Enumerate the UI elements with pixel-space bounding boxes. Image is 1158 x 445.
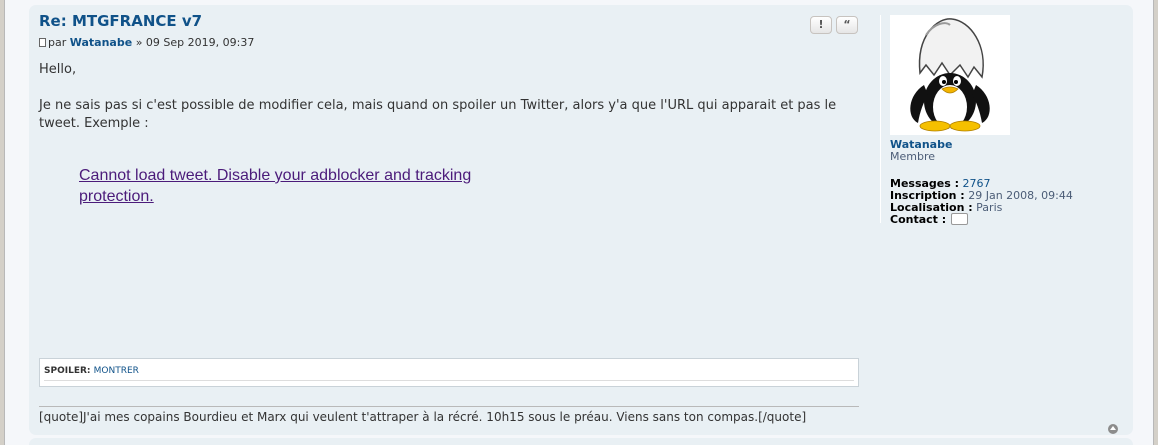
tweet-load-error-link[interactable]: Cannot load tweet. Disable your adblocke… [79, 165, 489, 207]
avatar[interactable] [890, 15, 1010, 135]
arrow-up-icon[interactable] [1108, 424, 1118, 434]
file-icon[interactable] [39, 38, 46, 47]
spoiler-divider [44, 380, 854, 381]
post-signature: [quote]J'ai mes copains Bourdieu et Marx… [39, 410, 807, 424]
post-title[interactable]: Re: MTGFRANCE v7 [39, 12, 202, 30]
contact-label: Contact : [890, 213, 947, 226]
spoiler-toggle[interactable]: MONTRER [94, 366, 139, 376]
next-post-edge [29, 438, 1133, 445]
localisation-value: Paris [976, 201, 1003, 214]
signature-divider [39, 406, 859, 407]
post-date: » 09 Sep 2019, 09:37 [135, 36, 255, 49]
post-author-link[interactable]: Watanabe [70, 36, 132, 49]
post-meta: par Watanabe » 09 Sep 2019, 09:37 [39, 36, 254, 49]
profile-contact: Contact : [890, 213, 968, 226]
spoiler-box: SPOILER: MONTRER [39, 358, 859, 387]
post-by: par [48, 36, 67, 49]
report-button[interactable]: ! [810, 16, 832, 34]
author-profile: Watanabe Membre Messages : 2767 Inscript… [880, 15, 1081, 226]
post-paragraph: Je ne sais pas si c'est possible de modi… [39, 98, 837, 131]
spoiler-header: SPOILER: MONTRER [44, 366, 139, 376]
tux-penguin-eggshell-avatar [910, 18, 990, 132]
speech-bubble-icon[interactable] [950, 213, 968, 225]
page-wrapper: Re: MTGFRANCE v7 par Watanabe » 09 Sep 2… [4, 0, 1154, 445]
post-paragraph: Hello, [39, 62, 77, 77]
profile-rank: Membre [890, 150, 936, 163]
spoiler-label: SPOILER: [44, 366, 91, 376]
quote-button[interactable]: “ [836, 16, 858, 34]
post-content: Hello, Je ne sais pas si c'est possible … [39, 61, 863, 133]
post-container: Re: MTGFRANCE v7 par Watanabe » 09 Sep 2… [29, 5, 1133, 435]
